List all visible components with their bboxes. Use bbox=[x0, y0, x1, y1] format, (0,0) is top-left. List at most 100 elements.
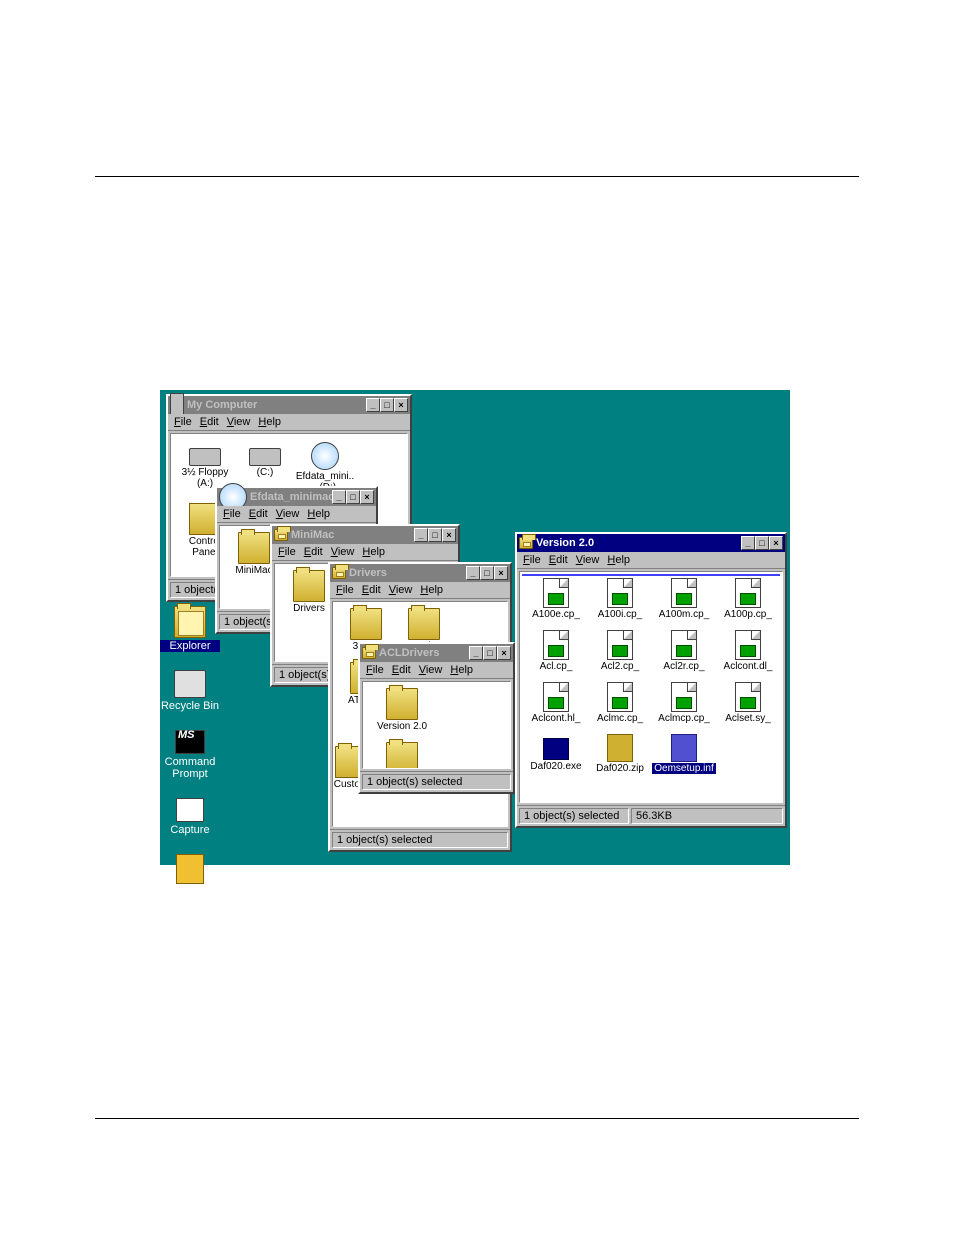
minimize-button[interactable]: _ bbox=[414, 528, 428, 542]
desktop-icon[interactable]: Explorer bbox=[160, 606, 220, 652]
minimize-button[interactable]: _ bbox=[366, 398, 380, 412]
folder-icon bbox=[332, 567, 346, 579]
menubar: File Edit View Help bbox=[330, 582, 510, 599]
close-button[interactable]: × bbox=[394, 398, 408, 412]
desktop-icons: Explorer Recycle Bin Command Prompt Capture… bbox=[160, 606, 220, 917]
file-item[interactable]: Version1.25 bbox=[367, 742, 437, 769]
maximize-button[interactable]: □ bbox=[755, 536, 769, 550]
content-area[interactable]: Version 2.0 Version1.25 bbox=[362, 681, 511, 769]
file-item[interactable]: Aclcont.hl_ bbox=[524, 682, 588, 724]
menu-help[interactable]: Help bbox=[362, 546, 385, 558]
maximize-button[interactable]: □ bbox=[380, 398, 394, 412]
file-label: Acl.cp_ bbox=[524, 661, 588, 672]
menu-help[interactable]: Help bbox=[307, 508, 330, 520]
app-icon bbox=[174, 670, 206, 698]
menu-edit[interactable]: Edit bbox=[549, 554, 568, 566]
file-icon bbox=[238, 532, 270, 564]
desktop-icon[interactable]: Capture bbox=[160, 798, 220, 836]
desktop-icon[interactable]: Command Prompt bbox=[160, 730, 220, 780]
status-text: 1 object(s) selected bbox=[332, 832, 508, 848]
file-item[interactable]: Oemsetup.inf bbox=[652, 734, 716, 774]
file-icon bbox=[607, 630, 633, 660]
file-label: A100p.cp_ bbox=[716, 609, 780, 620]
file-icon bbox=[293, 570, 325, 602]
menu-edit[interactable]: Edit bbox=[362, 584, 381, 596]
menu-file[interactable]: File bbox=[523, 554, 541, 566]
menubar: File Edit View Help bbox=[168, 414, 410, 431]
menu-file[interactable]: File bbox=[278, 546, 296, 558]
window-acldrivers[interactable]: ACLDrivers _ □ × File Edit View Help Versio… bbox=[358, 642, 515, 794]
file-icon bbox=[189, 448, 221, 466]
status-text: 1 object(s) selected bbox=[362, 774, 511, 790]
titlebar[interactable]: My Computer _ □ × bbox=[168, 396, 410, 414]
file-item[interactable]: A100m.cp_ bbox=[652, 578, 716, 620]
titlebar[interactable]: Version 2.0 _ □ × bbox=[517, 534, 785, 552]
titlebar[interactable]: Efdata_minimac (D:) _ □ × bbox=[217, 488, 376, 506]
file-item[interactable]: A100i.cp_ bbox=[588, 578, 652, 620]
file-item[interactable]: A100e.cp_ bbox=[524, 578, 588, 620]
file-label: Aclcont.hl_ bbox=[524, 713, 588, 724]
folder-icon bbox=[362, 647, 376, 659]
file-icon bbox=[607, 734, 633, 762]
file-item[interactable]: Daf020.exe bbox=[524, 734, 588, 774]
menu-view[interactable]: View bbox=[227, 416, 251, 428]
minimize-button[interactable]: _ bbox=[466, 566, 480, 580]
minimize-button[interactable]: _ bbox=[469, 646, 483, 660]
desktop-icon[interactable]: WinZip bbox=[160, 854, 220, 898]
close-button[interactable]: × bbox=[497, 646, 511, 660]
menu-help[interactable]: Help bbox=[258, 416, 281, 428]
menu-file[interactable]: File bbox=[223, 508, 241, 520]
app-icon bbox=[175, 730, 205, 754]
titlebar[interactable]: MiniMac _ □ × bbox=[272, 526, 458, 544]
file-item[interactable]: Acl2r.cp_ bbox=[652, 630, 716, 672]
menu-edit[interactable]: Edit bbox=[249, 508, 268, 520]
menu-edit[interactable]: Edit bbox=[200, 416, 219, 428]
maximize-button[interactable]: □ bbox=[480, 566, 494, 580]
maximize-button[interactable]: □ bbox=[483, 646, 497, 660]
file-icon bbox=[543, 738, 569, 760]
menu-file[interactable]: File bbox=[336, 584, 354, 596]
file-item[interactable]: Aclset.sy_ bbox=[716, 682, 780, 724]
menu-file[interactable]: File bbox=[366, 664, 384, 676]
content-area[interactable]: A100e.cp_A100i.cp_A100m.cp_A100p.cp_ Acl.… bbox=[519, 571, 783, 803]
minimize-button[interactable]: _ bbox=[332, 490, 346, 504]
file-icon bbox=[543, 578, 569, 608]
menu-view[interactable]: View bbox=[331, 546, 355, 558]
menu-help[interactable]: Help bbox=[450, 664, 473, 676]
minimize-button[interactable]: _ bbox=[741, 536, 755, 550]
maximize-button[interactable]: □ bbox=[346, 490, 360, 504]
file-item[interactable]: Version 2.0 bbox=[367, 688, 437, 732]
file-item[interactable]: Aclmcp.cp_ bbox=[652, 682, 716, 724]
titlebar[interactable]: ACLDrivers _ □ × bbox=[360, 644, 513, 662]
file-item[interactable]: Acl2.cp_ bbox=[588, 630, 652, 672]
window-title: Version 2.0 bbox=[536, 537, 741, 549]
close-button[interactable]: × bbox=[494, 566, 508, 580]
desktop-icon[interactable]: Recycle Bin bbox=[160, 670, 220, 712]
menu-help[interactable]: Help bbox=[607, 554, 630, 566]
menu-edit[interactable]: Edit bbox=[392, 664, 411, 676]
close-button[interactable]: × bbox=[442, 528, 456, 542]
menu-file[interactable]: File bbox=[174, 416, 192, 428]
file-item[interactable]: Acl.cp_ bbox=[524, 630, 588, 672]
app-icon bbox=[174, 606, 206, 638]
menu-help[interactable]: Help bbox=[420, 584, 443, 596]
file-item[interactable]: Daf020.zip bbox=[588, 734, 652, 774]
titlebar[interactable]: Drivers _ □ × bbox=[330, 564, 510, 582]
file-icon bbox=[311, 442, 339, 470]
file-icon bbox=[671, 682, 697, 712]
menu-edit[interactable]: Edit bbox=[304, 546, 323, 558]
menu-view[interactable]: View bbox=[576, 554, 600, 566]
maximize-button[interactable]: □ bbox=[428, 528, 442, 542]
menu-view[interactable]: View bbox=[419, 664, 443, 676]
app-icon bbox=[176, 854, 204, 884]
menu-view[interactable]: View bbox=[276, 508, 300, 520]
file-item[interactable]: Aclcont.dl_ bbox=[716, 630, 780, 672]
menu-view[interactable]: View bbox=[389, 584, 413, 596]
file-item[interactable]: A100p.cp_ bbox=[716, 578, 780, 620]
close-button[interactable]: × bbox=[769, 536, 783, 550]
window-version20[interactable]: Version 2.0 _ □ × File Edit View Help A100e… bbox=[515, 532, 787, 828]
file-item[interactable]: Aclmc.cp_ bbox=[588, 682, 652, 724]
window-title: Drivers bbox=[349, 567, 466, 579]
icon-label: Command Prompt bbox=[160, 756, 220, 780]
close-button[interactable]: × bbox=[360, 490, 374, 504]
